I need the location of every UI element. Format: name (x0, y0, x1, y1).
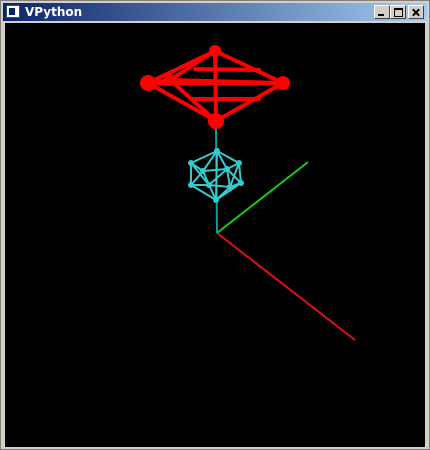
octahedron-vertex (209, 45, 221, 57)
vpython-window: VPython (0, 0, 430, 450)
minimize-icon[interactable] (374, 5, 390, 19)
app-icon[interactable] (6, 5, 20, 18)
title-bar[interactable]: VPython (3, 3, 427, 21)
cyan-icosahedron (190, 150, 242, 201)
icosahedron-vertex (188, 182, 194, 188)
x-axis-line (216, 232, 356, 341)
icosahedron-vertex (213, 197, 219, 203)
icosahedron-vertex (200, 168, 206, 174)
icosahedron-vertex (236, 160, 242, 166)
maximize-icon[interactable] (390, 5, 406, 19)
octahedron-vertex (140, 75, 156, 91)
window-title: VPython (25, 5, 83, 19)
icosahedron-vertex (227, 184, 233, 190)
octahedron-vertex (164, 74, 176, 86)
scene-svg (140, 45, 356, 341)
close-icon[interactable] (408, 5, 424, 19)
icosahedron-vertex (206, 182, 212, 188)
icosahedron-vertex (224, 166, 230, 172)
icosahedron-vertex (238, 180, 244, 186)
icosahedron-vertex (214, 148, 220, 154)
octahedron-vertex (276, 76, 290, 90)
octahedron-vertex (208, 113, 224, 129)
red-octahedron (146, 49, 285, 123)
3d-scene-canvas[interactable] (5, 23, 425, 447)
icosahedron-vertex (188, 160, 194, 166)
